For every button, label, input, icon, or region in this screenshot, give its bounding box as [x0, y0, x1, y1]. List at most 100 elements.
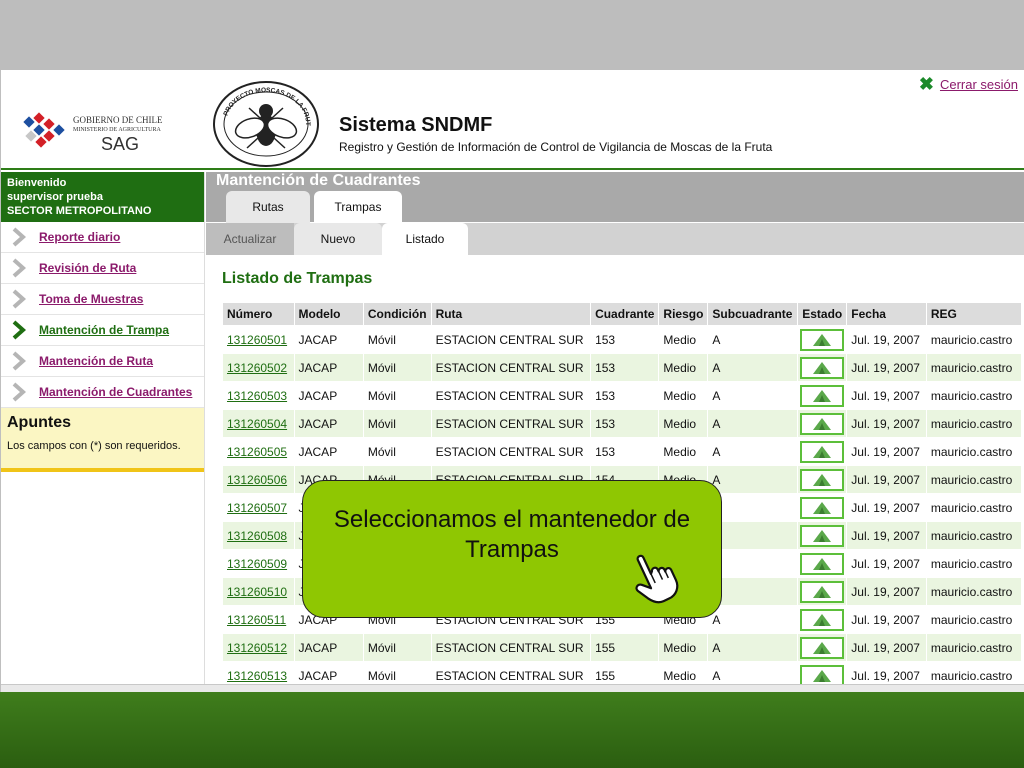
- trap-number-link[interactable]: 131260503: [227, 389, 287, 403]
- chevron-right-icon: [12, 351, 27, 371]
- estado-button[interactable]: [800, 524, 845, 547]
- trap-number-link[interactable]: 131260511: [227, 613, 286, 627]
- subtab-listado[interactable]: Listado: [382, 223, 468, 255]
- cell-subcuadrante: A: [707, 381, 799, 410]
- mountain-icon: [813, 669, 832, 682]
- cell-estado: [797, 577, 848, 606]
- sidebar-item-label[interactable]: Mantención de Ruta: [39, 354, 153, 368]
- estado-button[interactable]: [800, 468, 845, 491]
- cell-estado: [797, 409, 848, 438]
- sidebar-item-mantencion-de-trampa[interactable]: Mantención de Trampa: [1, 315, 204, 346]
- trap-number-link[interactable]: 131260506: [227, 473, 287, 487]
- chevron-right-icon: [12, 382, 27, 402]
- table-row: 131260501 JACAP Móvil ESTACION CENTRAL SUR 1…: [222, 325, 1023, 354]
- estado-button[interactable]: [800, 636, 845, 659]
- estado-button[interactable]: [800, 552, 845, 575]
- sidebar-item-label[interactable]: Reporte diario: [39, 230, 120, 244]
- cell-reg: mauricio.castro: [925, 381, 1023, 410]
- sidebar-item-reporte-diario[interactable]: Reporte diario: [1, 222, 204, 253]
- tab-rutas[interactable]: Rutas: [226, 191, 310, 223]
- subtab-actualizar[interactable]: Actualizar: [206, 223, 294, 255]
- trap-number-link[interactable]: 131260502: [227, 361, 287, 375]
- cell-riesgo: Medio: [658, 409, 709, 438]
- trap-number-link[interactable]: 131260504: [227, 417, 287, 431]
- tab-trampas[interactable]: Trampas: [314, 191, 402, 223]
- cell-reg: mauricio.castro: [925, 577, 1023, 606]
- cell-reg: mauricio.castro: [925, 353, 1023, 382]
- sidebar-item-label[interactable]: Toma de Muestras: [39, 292, 143, 306]
- sidebar-item-mantencion-de-cuadrantes[interactable]: Mantención de Cuadrantes: [1, 377, 204, 408]
- trap-number-link[interactable]: 131260507: [227, 501, 287, 515]
- welcome-user: supervisor prueba: [7, 191, 103, 203]
- cell-subcuadrante: A: [707, 633, 799, 662]
- subtab-nuevo[interactable]: Nuevo: [294, 223, 382, 255]
- cell-modelo: JACAP: [293, 325, 364, 354]
- gobierno-flag-mosaic-icon: [23, 112, 65, 148]
- trap-number-link[interactable]: 131260512: [227, 641, 287, 655]
- column-header: REG: [925, 302, 1023, 326]
- cell-numero: 131260506: [222, 465, 295, 494]
- estado-button[interactable]: [800, 328, 845, 351]
- estado-button[interactable]: [800, 440, 845, 463]
- cell-modelo: JACAP: [293, 437, 364, 466]
- cell-reg: mauricio.castro: [925, 465, 1023, 494]
- sidebar: Bienvenido supervisor prueba SECTOR METR…: [1, 172, 205, 692]
- trap-number-link[interactable]: 131260509: [227, 557, 287, 571]
- welcome-line: Bienvenido: [7, 177, 67, 189]
- cell-numero: 131260503: [222, 381, 295, 410]
- sidebar-item-label[interactable]: Mantención de Trampa: [39, 323, 169, 337]
- notes-title: Apuntes: [7, 414, 71, 431]
- cell-estado: [797, 437, 848, 466]
- cell-riesgo: Medio: [658, 633, 709, 662]
- sag-text: SAG: [101, 134, 139, 154]
- trap-number-link[interactable]: 131260505: [227, 445, 287, 459]
- logout-link[interactable]: Cerrar sesión: [940, 77, 1018, 92]
- ministerio-text: MINISTERIO DE AGRICULTURA: [73, 127, 161, 133]
- trap-number-link[interactable]: 131260510: [227, 585, 287, 599]
- cell-ruta: ESTACION CENTRAL SUR: [430, 325, 592, 354]
- estado-button[interactable]: [800, 356, 845, 379]
- cell-riesgo: Medio: [658, 325, 709, 354]
- column-header: Riesgo: [658, 302, 709, 326]
- close-x-icon: ✖: [918, 74, 934, 94]
- cell-reg: mauricio.castro: [925, 325, 1023, 354]
- trap-number-link[interactable]: 131260501: [227, 333, 287, 347]
- sidebar-item-toma-de-muestras[interactable]: Toma de Muestras: [1, 284, 204, 315]
- instruction-callout: Seleccionamos el mantenedor de Trampas: [302, 480, 722, 618]
- column-header: Cuadrante: [590, 302, 660, 326]
- cell-numero: 131260512: [222, 633, 295, 662]
- logout-link-wrapper[interactable]: ✖ Cerrar sesión: [918, 74, 1018, 94]
- chevron-right-icon: [12, 289, 27, 309]
- mountain-icon: [813, 417, 832, 430]
- sidebar-item-label[interactable]: Mantención de Cuadrantes: [39, 385, 192, 399]
- estado-button[interactable]: [800, 412, 845, 435]
- cell-subcuadrante: A: [707, 353, 799, 382]
- cell-estado: [797, 605, 848, 634]
- cell-cuadrante: 153: [590, 409, 660, 438]
- sidebar-item-mantencion-de-ruta[interactable]: Mantención de Ruta: [1, 346, 204, 377]
- cell-fecha: Jul. 19, 2007: [846, 605, 927, 634]
- mountain-icon: [813, 557, 832, 570]
- cell-riesgo: Medio: [658, 353, 709, 382]
- estado-button[interactable]: [800, 580, 845, 603]
- slide-bottom-band: [0, 692, 1024, 768]
- welcome-sector: SECTOR METROPOLITANO: [7, 205, 152, 217]
- system-subtitle: Registro y Gestión de Información de Con…: [339, 140, 773, 154]
- mountain-icon: [813, 473, 832, 486]
- cell-cuadrante: 155: [590, 633, 660, 662]
- cell-estado: [797, 521, 848, 550]
- chevron-right-icon: [12, 320, 27, 340]
- trap-number-link[interactable]: 131260508: [227, 529, 287, 543]
- cell-numero: 131260511: [222, 605, 295, 634]
- estado-button[interactable]: [800, 608, 845, 631]
- table-row: 131260503 JACAP Móvil ESTACION CENTRAL SUR 1…: [222, 381, 1023, 410]
- cell-numero: 131260508: [222, 521, 295, 550]
- estado-button[interactable]: [800, 496, 845, 519]
- table-row: 131260504 JACAP Móvil ESTACION CENTRAL SUR 1…: [222, 409, 1023, 438]
- cell-cuadrante: 153: [590, 325, 660, 354]
- estado-button[interactable]: [800, 384, 845, 407]
- trap-number-link[interactable]: 131260513: [227, 669, 287, 683]
- sidebar-item-label[interactable]: Revisión de Ruta: [39, 261, 136, 275]
- cell-subcuadrante: A: [707, 465, 799, 494]
- sidebar-item-revision-de-ruta[interactable]: Revisión de Ruta: [1, 253, 204, 284]
